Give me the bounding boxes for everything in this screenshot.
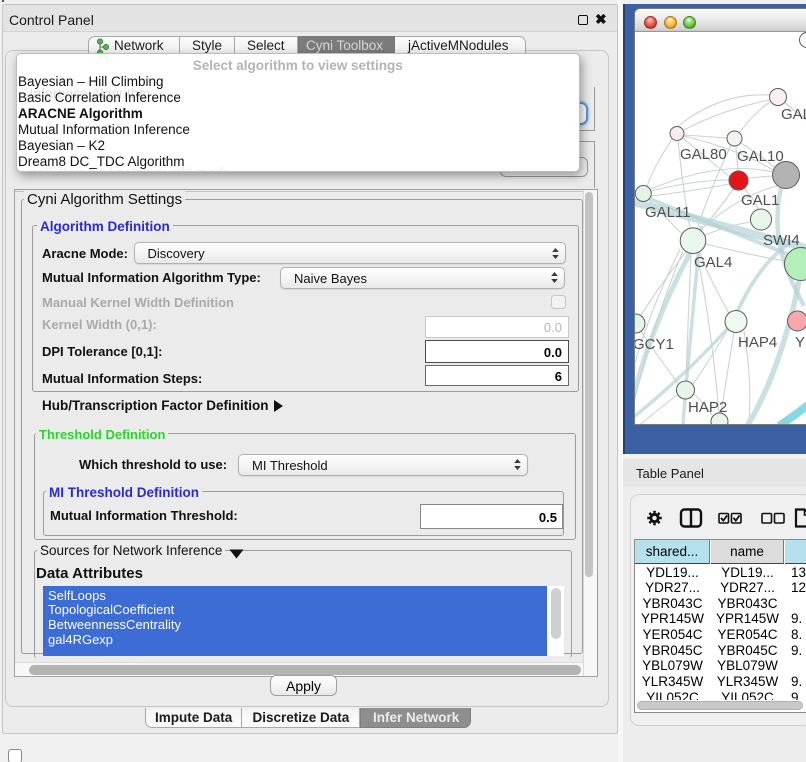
svg-text:GAL1: GAL1 <box>741 192 779 209</box>
svg-text:GAL10: GAL10 <box>737 148 784 165</box>
svg-text:HAP4: HAP4 <box>738 334 777 351</box>
svg-text:GAL11: GAL11 <box>645 204 691 221</box>
svg-text:GAL80: GAL80 <box>680 146 727 163</box>
svg-text:GAL4: GAL4 <box>694 254 732 271</box>
svg-text:HAP2: HAP2 <box>688 399 727 416</box>
svg-text:YE: YE <box>795 334 806 351</box>
svg-text:GAL7: GAL7 <box>781 106 806 123</box>
svg-text:SWI4: SWI4 <box>763 232 800 249</box>
svg-text:GCY1: GCY1 <box>635 336 674 353</box>
